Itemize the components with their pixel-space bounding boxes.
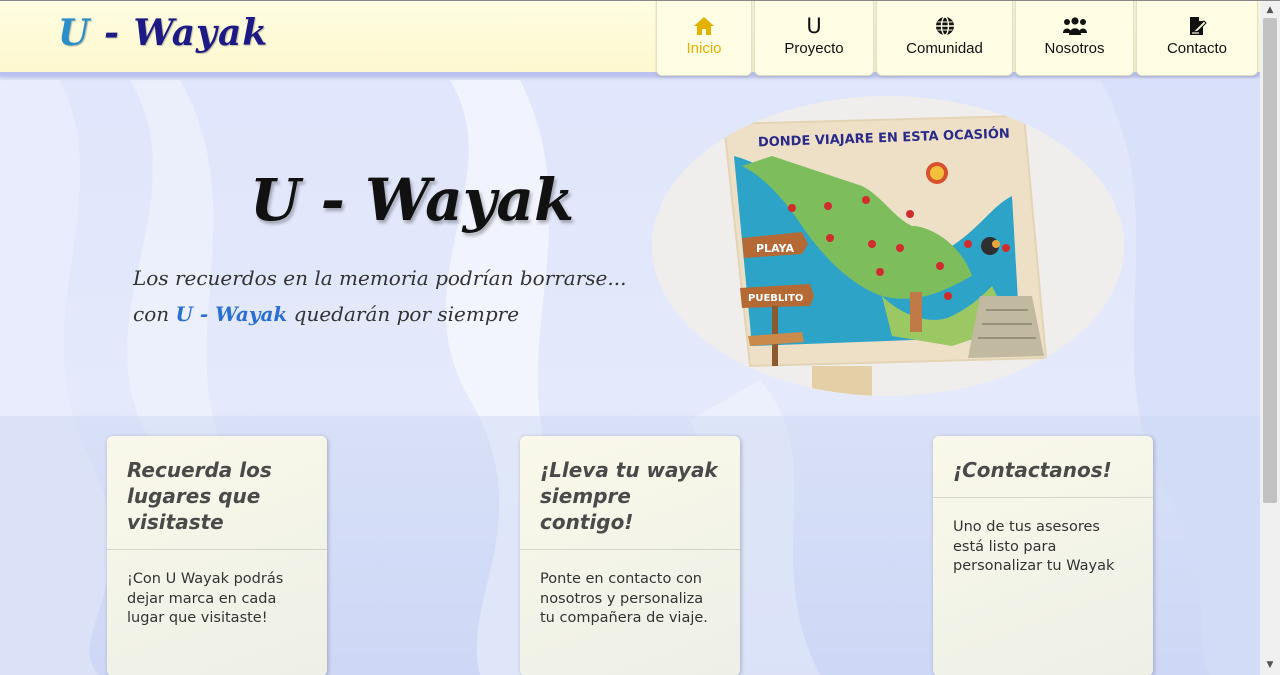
edit-document-icon [1187, 14, 1207, 38]
scroll-down-icon[interactable]: ▼ [1260, 657, 1280, 673]
nav-comunidad[interactable]: Comunidad [876, 0, 1013, 76]
card-recuerda: Recuerda los lugares que visitaste ¡Con … [107, 436, 327, 675]
card-contactanos: ¡Contactanos! Uno de tus asesores está l… [933, 436, 1153, 675]
card-title: Recuerda los lugares que visitaste [107, 436, 327, 550]
card-body: ¡Con U Wayak podrás dejar marca en cada … [127, 571, 284, 626]
logo-initial: U [58, 12, 91, 54]
u-logo-icon: U [806, 14, 822, 38]
card-title: ¡Contactanos! [933, 436, 1153, 498]
nav-label: Proyecto [784, 40, 844, 57]
scroll-up-icon[interactable]: ▲ [1260, 2, 1280, 18]
home-icon [693, 14, 715, 38]
nav-label: Contacto [1166, 40, 1228, 57]
hero-map-image: DONDE VIAJARE EN ESTA OCASIÓN PLAYA PUEB… [652, 96, 1124, 396]
nav-inicio[interactable]: Inicio [656, 0, 752, 76]
users-icon [1062, 14, 1088, 38]
hero-tagline: Los recuerdos en la memoria podrían borr… [133, 260, 626, 332]
nav-label: Nosotros [1044, 40, 1105, 57]
logo-text: - Wayak [90, 12, 269, 54]
tagline-suffix: quedarán por siempre [287, 302, 520, 326]
site-logo[interactable]: U - Wayak [58, 12, 268, 54]
main-nav: Inicio U Proyecto Comunidad Nosotros Con… [656, 0, 1260, 76]
tagline-line-1: Los recuerdos en la memoria podrían borr… [133, 266, 627, 290]
globe-icon [935, 14, 955, 38]
card-lleva: ¡Lleva tu wayak siempre contigo! Ponte e… [520, 436, 740, 675]
window-top-border [0, 0, 1280, 1]
nav-proyecto[interactable]: U Proyecto [754, 0, 874, 76]
tagline-brand: U - Wayak [175, 302, 288, 326]
page: U - Wayak Inicio U Proyecto Comunidad No… [0, 0, 1260, 675]
nav-label: Inicio [686, 40, 722, 57]
nav-nosotros[interactable]: Nosotros [1015, 0, 1134, 76]
card-body: Ponte en contacto con nosotros y persona… [540, 571, 708, 626]
tagline-prefix: con [133, 302, 176, 326]
nav-label: Comunidad [906, 40, 983, 57]
card-body: Uno de tus asesores está listo para pers… [953, 519, 1115, 574]
scroll-thumb[interactable] [1263, 18, 1277, 503]
card-title: ¡Lleva tu wayak siempre contigo! [520, 436, 740, 550]
tagline-line-2: con U - Wayak quedarán por siempre [133, 296, 626, 332]
map-sign-pueblito: PUEBLITO [748, 293, 803, 304]
nav-contacto[interactable]: Contacto [1136, 0, 1258, 76]
site-header: U - Wayak Inicio U Proyecto Comunidad No… [0, 0, 1260, 76]
map-sign-playa: PLAYA [756, 242, 794, 255]
hero-title: U - Wayak [250, 166, 575, 234]
vertical-scrollbar[interactable]: ▲ ▼ [1260, 0, 1280, 675]
